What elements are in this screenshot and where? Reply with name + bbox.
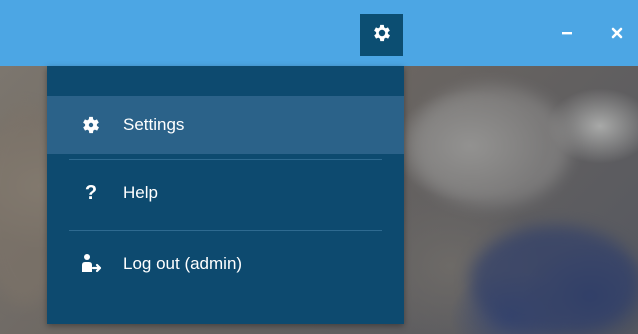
menu-item-label: Help xyxy=(123,183,158,202)
minimize-icon xyxy=(562,32,572,35)
menu-item-logout[interactable]: Log out (admin) xyxy=(47,235,404,293)
background-blob xyxy=(470,226,638,334)
close-icon xyxy=(611,27,623,39)
title-bar xyxy=(0,0,638,66)
menu-divider xyxy=(69,159,382,160)
menu-item-help[interactable]: ? Help xyxy=(47,164,404,222)
gear-icon xyxy=(79,113,103,137)
close-button[interactable] xyxy=(606,22,628,44)
background-blob xyxy=(410,86,570,206)
logout-user-icon xyxy=(79,252,103,276)
menu-item-label: Settings xyxy=(123,115,185,134)
settings-menu-button[interactable] xyxy=(360,14,403,56)
menu-item-settings[interactable]: Settings xyxy=(47,96,404,154)
minimize-button[interactable] xyxy=(556,22,578,44)
menu-divider xyxy=(69,230,382,231)
gear-icon xyxy=(371,22,393,49)
settings-dropdown-menu: Settings ? Help Log out (admin) xyxy=(47,66,404,324)
question-icon: ? xyxy=(79,181,103,205)
menu-item-label: Log out (admin) xyxy=(123,254,243,273)
question-glyph: ? xyxy=(84,182,98,204)
